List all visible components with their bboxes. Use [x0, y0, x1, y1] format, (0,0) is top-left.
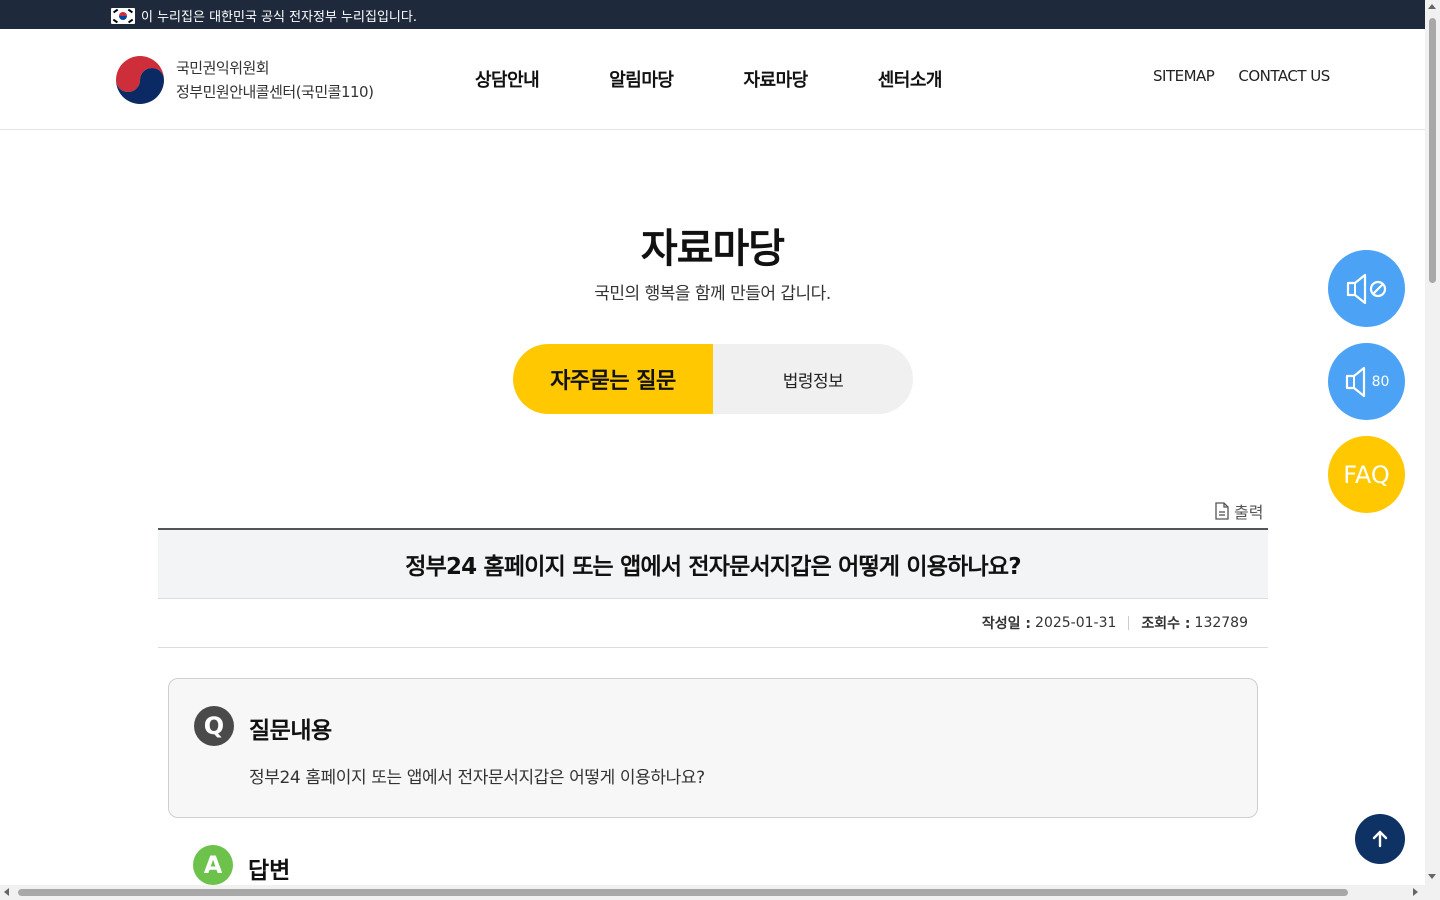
print-button[interactable]: 출력 — [1215, 499, 1263, 523]
answer-badge: A — [193, 845, 233, 885]
article-title: 정부24 홈페이지 또는 앱에서 전자문서지갑은 어떻게 이용하나요? — [158, 528, 1268, 599]
horizontal-scrollbar[interactable] — [0, 885, 1440, 900]
category-tabs: 자주묻는 질문 법령정보 — [513, 344, 913, 414]
scroll-up-arrow[interactable] — [1428, 4, 1436, 9]
korea-flag-icon — [111, 7, 135, 24]
horizontal-scroll-thumb[interactable] — [18, 889, 1348, 896]
article-meta: 작성일 : 2025-01-31 조회수 : 132789 — [158, 599, 1268, 648]
nav-notice[interactable]: 알림마당 — [609, 66, 674, 92]
speaker-volume-icon — [1345, 366, 1365, 397]
document-icon — [1215, 502, 1229, 520]
vertical-scroll-thumb[interactable] — [1429, 18, 1436, 283]
main-nav: 상담안내 알림마당 자료마당 센터소개 — [475, 66, 943, 92]
question-badge: Q — [194, 706, 234, 746]
scroll-right-arrow[interactable] — [1413, 888, 1418, 896]
answer-heading: 답변 — [248, 858, 291, 884]
volume-value: 80 — [1371, 373, 1390, 390]
arrow-up-icon — [1372, 830, 1388, 848]
views-value: 132789 — [1194, 615, 1248, 631]
tab-faq[interactable]: 자주묻는 질문 — [513, 344, 713, 414]
question-heading: 질문내용 — [249, 718, 332, 744]
scroll-top-button[interactable] — [1355, 814, 1405, 864]
page-title: 자료마당 — [640, 226, 785, 272]
nav-center-intro[interactable]: 센터소개 — [878, 66, 943, 92]
date-label: 작성일 : — [981, 616, 1032, 632]
contact-us-link[interactable]: CONTACT US — [1238, 67, 1330, 85]
mute-button[interactable] — [1328, 250, 1405, 327]
logo-center-name: 정부민원안내콜센터(국민콜110) — [176, 83, 374, 101]
vertical-scrollbar[interactable] — [1425, 0, 1440, 885]
logo-org-name: 국민권익위원회 — [176, 59, 270, 77]
print-label: 출력 — [1234, 503, 1264, 522]
date-value: 2025-01-31 — [1035, 615, 1117, 631]
volume-button[interactable]: 80 — [1328, 343, 1405, 420]
site-header: 국민권익위원회 정부민원안내콜센터(국민콜110) 상담안내 알림마당 자료마당… — [0, 29, 1425, 130]
sitemap-link[interactable]: SITEMAP — [1153, 67, 1215, 85]
faq-button[interactable]: FAQ — [1328, 436, 1405, 513]
gov-official-banner: 이 누리집은 대한민국 공식 전자정부 누리집입니다. — [0, 0, 1425, 29]
government-emblem-icon — [114, 54, 166, 106]
scroll-down-arrow[interactable] — [1428, 874, 1436, 879]
nav-counsel-guide[interactable]: 상담안내 — [475, 66, 540, 92]
scroll-left-arrow[interactable] — [4, 888, 9, 896]
nav-resources[interactable]: 자료마당 — [744, 66, 809, 92]
utility-links: SITEMAP CONTACT US — [1153, 67, 1330, 85]
gov-banner-text: 이 누리집은 대한민국 공식 전자정부 누리집입니다. — [141, 10, 417, 25]
site-logo[interactable]: 국민권익위원회 정부민원안내콜센터(국민콜110) — [114, 54, 374, 106]
question-body: 정부24 홈페이지 또는 앱에서 전자문서지갑은 어떻게 이용하나요? — [249, 768, 705, 788]
question-box: Q 질문내용 정부24 홈페이지 또는 앱에서 전자문서지갑은 어떻게 이용하나… — [168, 678, 1258, 818]
page-subtitle: 국민의 행복을 함께 만들어 갑니다. — [594, 284, 831, 304]
tab-legal-info[interactable]: 법령정보 — [713, 344, 913, 414]
speaker-mute-icon — [1346, 273, 1386, 304]
meta-divider — [1128, 616, 1130, 630]
views-label: 조회수 : — [1141, 616, 1191, 632]
